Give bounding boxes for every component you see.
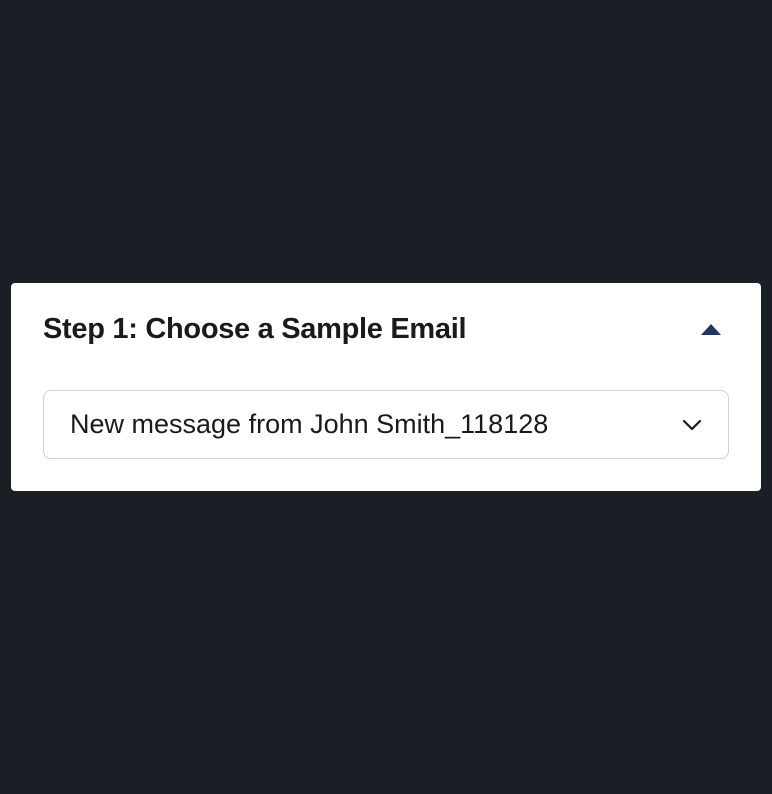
panel-title: Step 1: Choose a Sample Email: [43, 313, 466, 346]
collapse-caret-up-icon[interactable]: [701, 324, 721, 335]
step-panel: Step 1: Choose a Sample Email New messag…: [11, 283, 761, 491]
chevron-down-icon: [682, 419, 702, 431]
panel-header[interactable]: Step 1: Choose a Sample Email: [43, 313, 729, 346]
dropdown-selected-value: New message from John Smith_118128: [70, 409, 548, 440]
sample-email-dropdown[interactable]: New message from John Smith_118128: [43, 390, 729, 459]
